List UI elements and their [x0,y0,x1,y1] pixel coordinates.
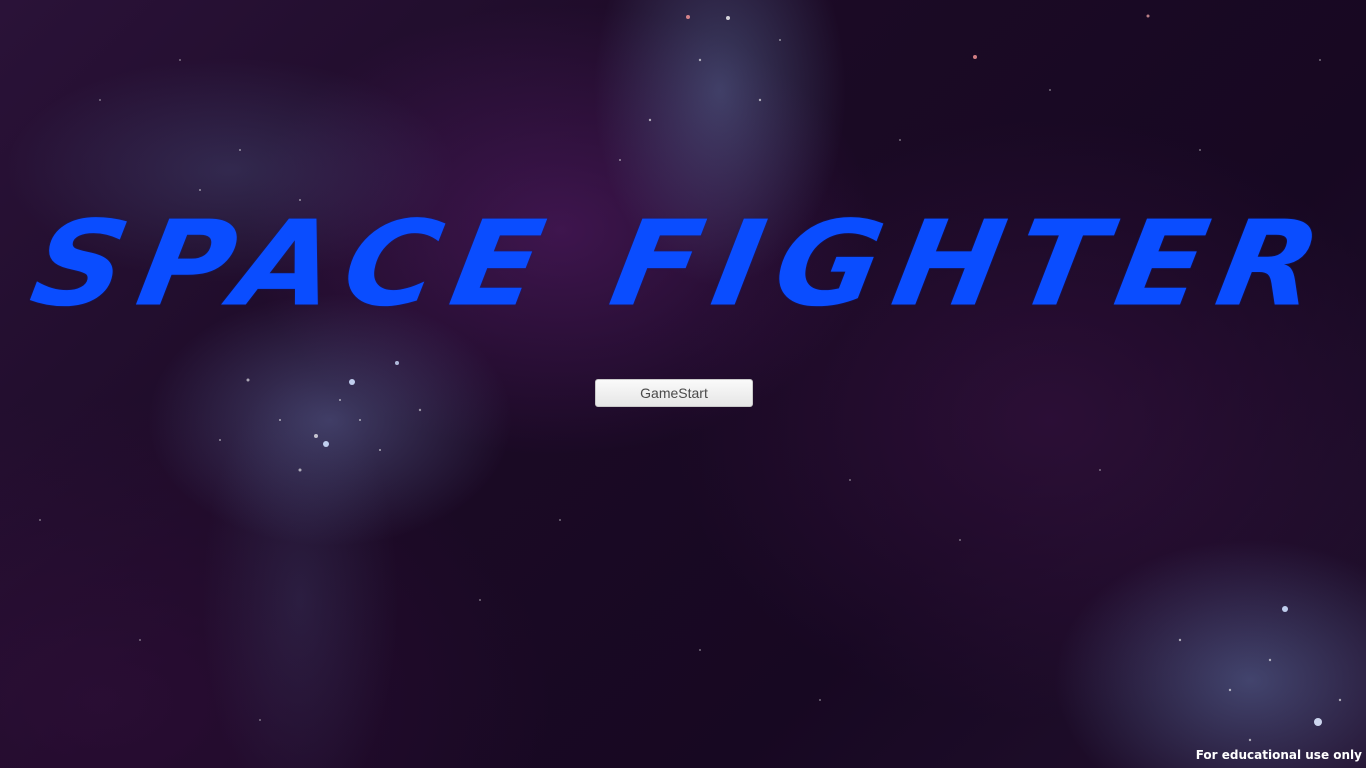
game-title-screen: SPACE FIGHTER GameStart For educational … [0,0,1366,768]
game-start-button[interactable]: GameStart [595,379,753,407]
game-title: SPACE FIGHTER [22,196,1345,334]
educational-watermark: For educational use only [1195,748,1362,762]
